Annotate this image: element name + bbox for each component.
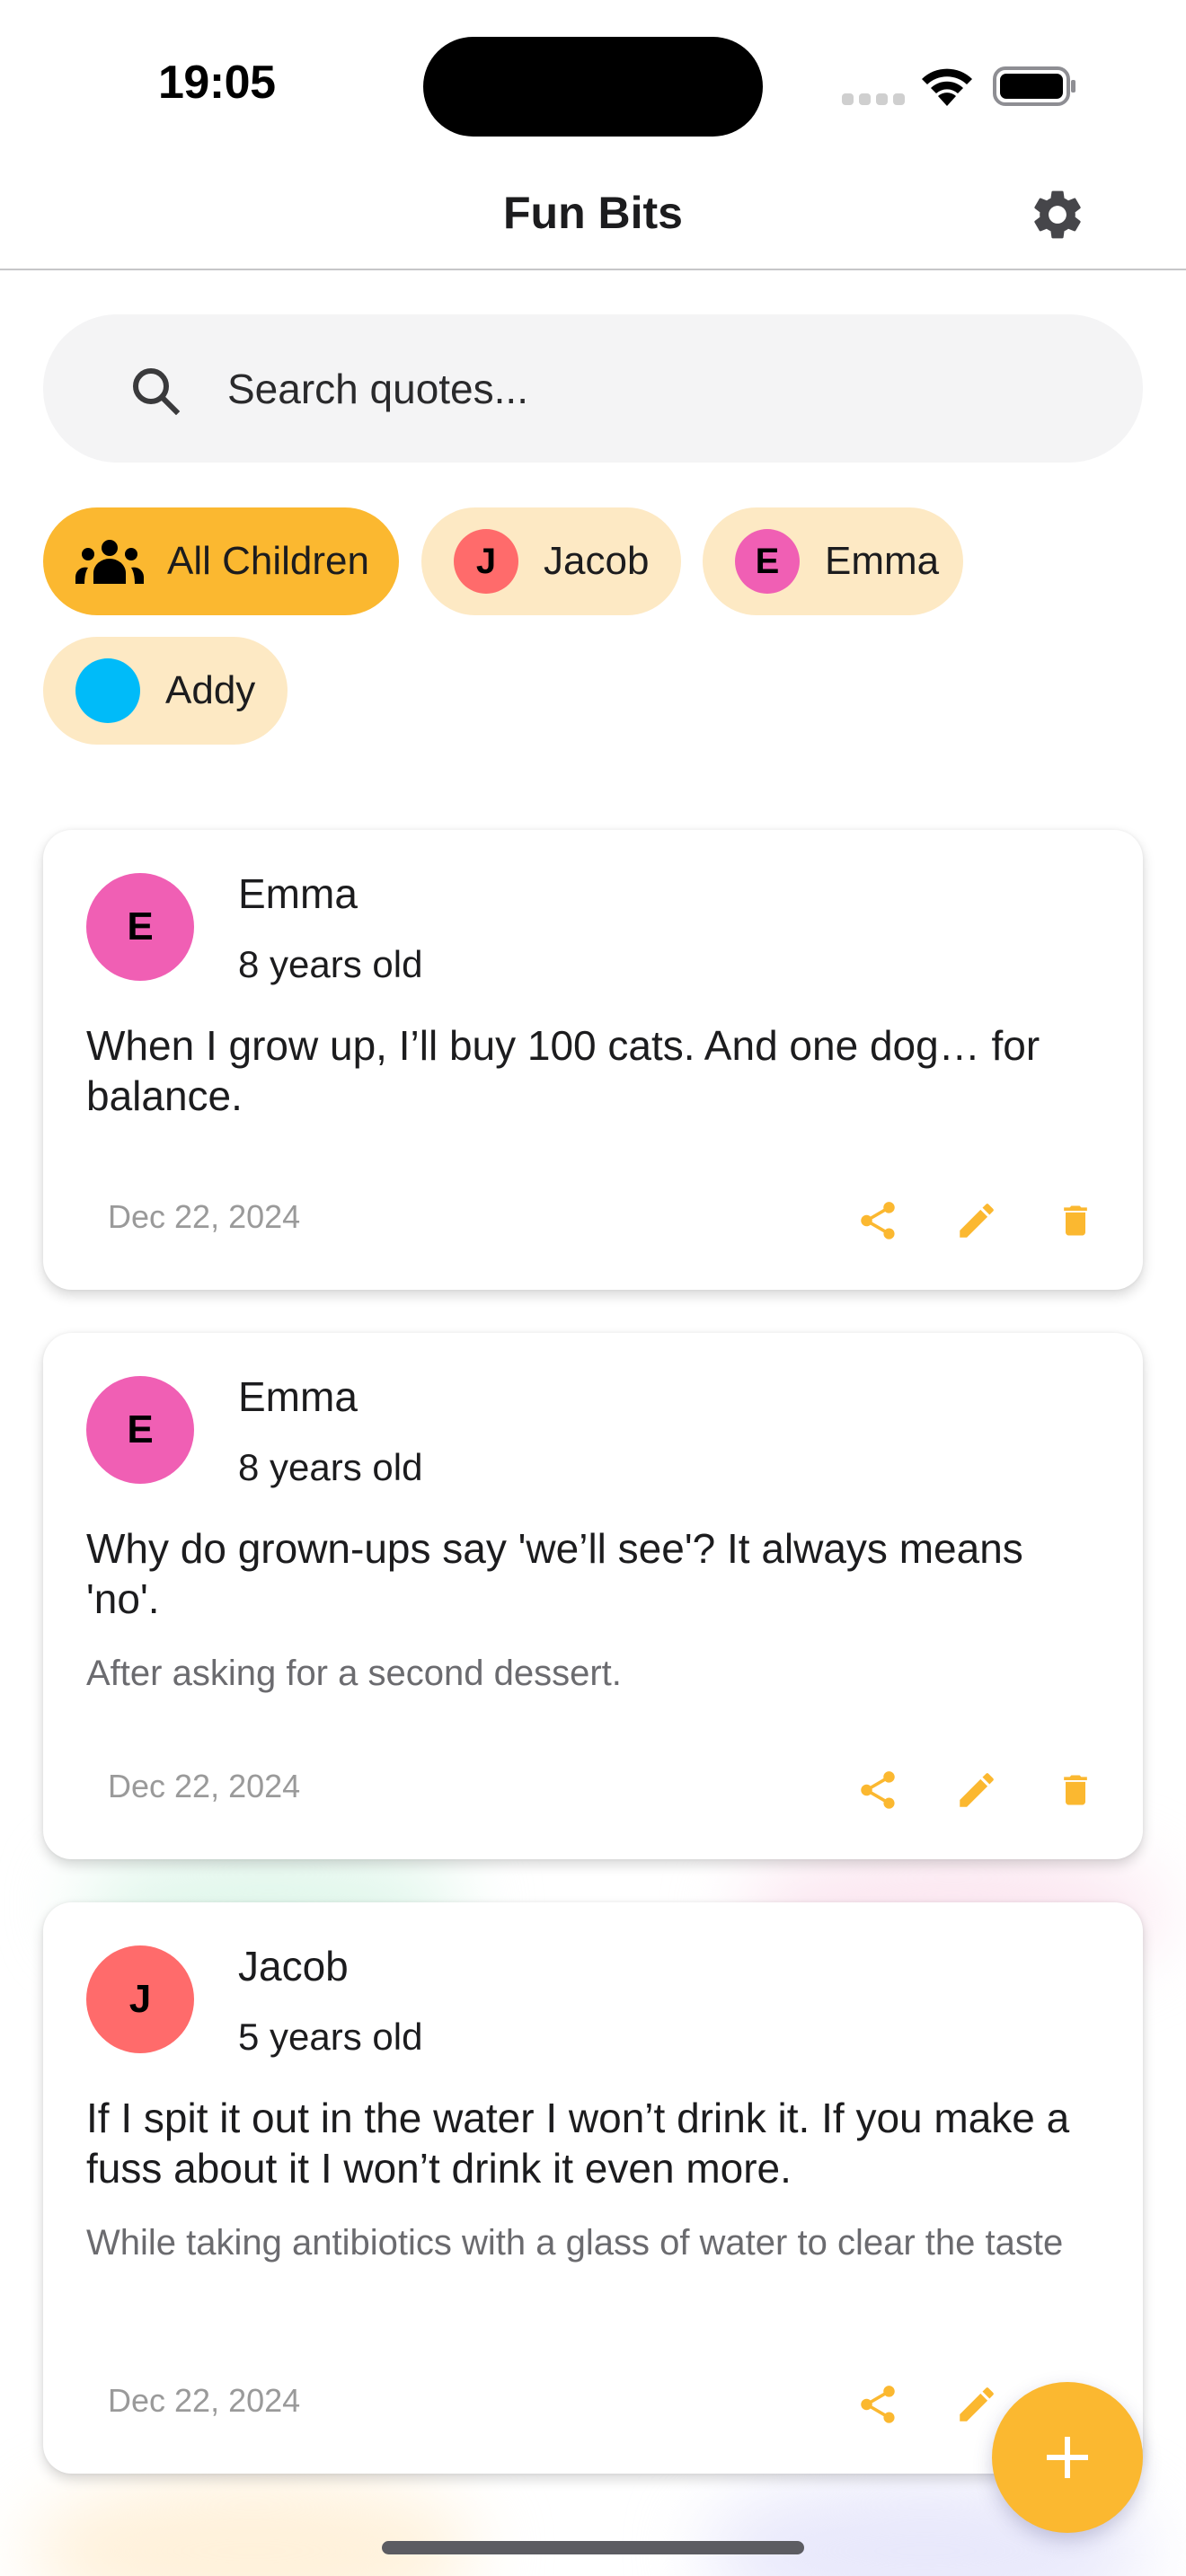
battery-icon [993, 66, 1075, 106]
child-age: 8 years old [238, 943, 423, 985]
avatar-initial: E [127, 1407, 154, 1451]
edit-icon [960, 1773, 994, 1807]
quote-date: Dec 22, 2024 [108, 1198, 301, 1235]
filter-chip-jacob[interactable]: J Jacob [421, 507, 681, 615]
quote-text: When I grow up, I’ll buy 100 cats. And o… [86, 1022, 1040, 1119]
quote-context: While taking antibiotics with a glass of… [86, 2223, 1064, 2263]
page-title: Fun Bits [503, 188, 683, 238]
filter-chip-all-children[interactable]: All Children [43, 507, 399, 615]
nav-header: Fun Bits [0, 162, 1186, 270]
filter-chip-label: All Children [167, 539, 369, 583]
group-icon [75, 540, 144, 584]
edit-button[interactable] [954, 1768, 999, 1813]
child-age: 5 years old [238, 2016, 423, 2058]
child-age: 8 years old [238, 1446, 423, 1488]
quote-context: After asking for a second dessert. [86, 1654, 622, 1693]
delete-button[interactable] [1053, 1768, 1098, 1813]
avatar-initial: J [128, 1977, 152, 2021]
quote-text: If I spit it out in the water I won’t dr… [86, 2095, 1070, 2192]
avatar: E [86, 873, 194, 981]
search-input[interactable] [227, 350, 1108, 428]
signal-dots-icon [842, 93, 905, 105]
filter-chip-emma[interactable]: E Emma [703, 507, 963, 615]
chip-avatar: J [454, 529, 518, 594]
quote-card[interactable]: E Emma 8 years old When I grow up, I’ll … [43, 830, 1143, 1290]
share-icon [861, 1771, 895, 1809]
quote-date: Dec 22, 2024 [108, 1768, 301, 1804]
quote-text: Why do grown-ups say 'we’ll see'? It alw… [86, 1525, 1023, 1622]
plus-icon [1047, 2437, 1088, 2478]
status-bar: 19:05 [0, 0, 1186, 162]
child-name: Jacob [238, 1943, 349, 1989]
filter-chip-addy[interactable]: Addy [43, 637, 288, 745]
settings-button[interactable] [1024, 181, 1091, 248]
avatar: E [86, 1376, 194, 1484]
search-icon [133, 368, 181, 415]
share-button[interactable] [855, 2382, 900, 2427]
share-button[interactable] [855, 1198, 900, 1243]
chip-avatar [75, 658, 140, 723]
edit-button[interactable] [954, 2382, 999, 2427]
chip-avatar: E [735, 529, 800, 594]
avatar-initial: E [127, 904, 154, 948]
filter-chip-label: Emma [825, 539, 940, 583]
gear-icon [1034, 190, 1081, 239]
edit-icon [960, 2387, 994, 2422]
share-icon [861, 2386, 895, 2423]
search-bar[interactable] [43, 314, 1143, 463]
card-actions [855, 1768, 1098, 1813]
quote-date: Dec 22, 2024 [108, 2382, 301, 2419]
quote-card[interactable]: E Emma 8 years old Why do grown-ups say … [43, 1333, 1143, 1859]
share-icon [861, 1202, 895, 1239]
status-time: 19:05 [158, 57, 276, 109]
quote-card[interactable]: J Jacob 5 years old If I spit it out in … [43, 1902, 1143, 2474]
edit-button[interactable] [954, 1198, 999, 1243]
child-name: Emma [238, 870, 358, 917]
delete-icon [1064, 1205, 1087, 1236]
share-button[interactable] [855, 1768, 900, 1813]
delete-icon [1064, 1775, 1087, 1805]
card-actions [855, 1198, 1098, 1243]
avatar-initial: J [475, 541, 497, 581]
background-blob [27, 2479, 476, 2576]
delete-button[interactable] [1053, 1198, 1098, 1243]
wifi-icon [922, 68, 972, 106]
edit-icon [960, 1204, 994, 1238]
filter-chip-label: Addy [165, 668, 256, 712]
avatar: J [86, 1945, 194, 2053]
avatar-initial: E [755, 541, 780, 581]
filter-chip-label: Jacob [544, 539, 650, 583]
add-quote-button[interactable] [992, 2382, 1143, 2533]
child-name: Emma [238, 1373, 358, 1420]
dynamic-island [423, 37, 763, 137]
home-indicator[interactable] [382, 2541, 804, 2554]
